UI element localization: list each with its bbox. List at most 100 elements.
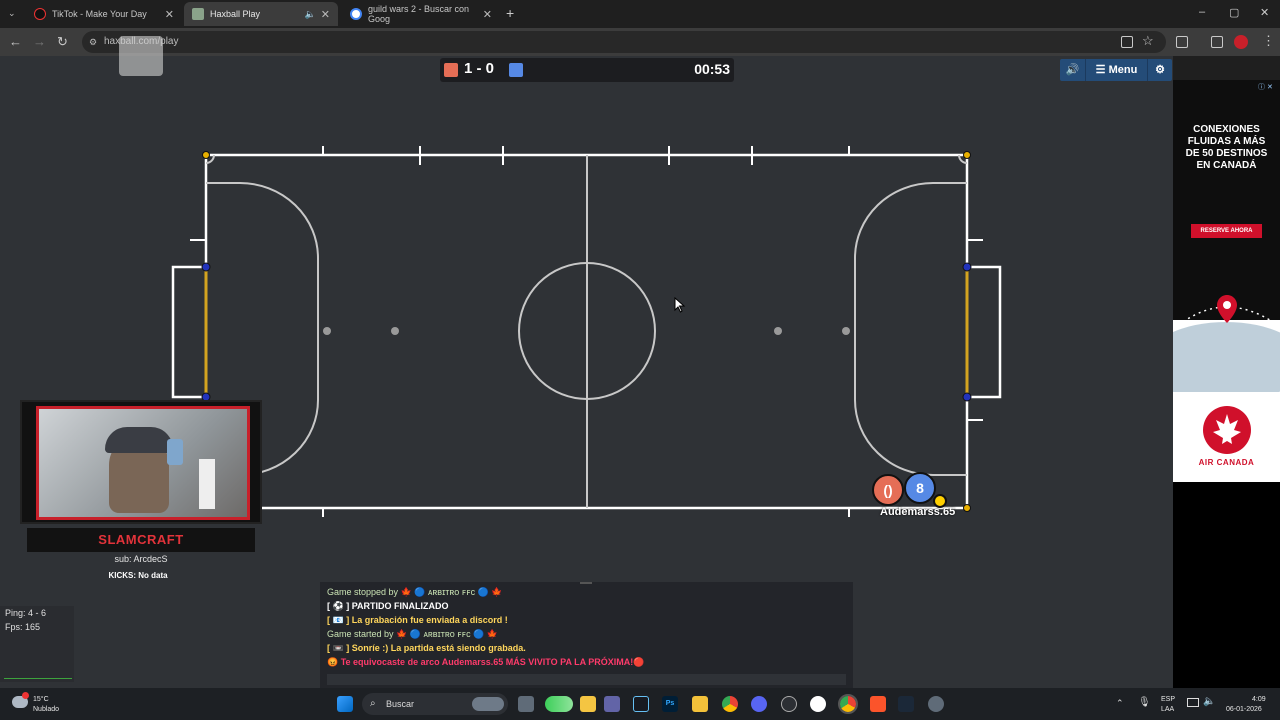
search-icon: ⌕ <box>370 698 376 709</box>
blue-player: 8 <box>904 472 936 504</box>
background-object <box>199 459 215 509</box>
settings-app-icon[interactable] <box>928 696 944 712</box>
haxball-icon <box>192 8 204 20</box>
back-icon[interactable]: ← <box>9 34 22 50</box>
sound-icon[interactable]: 🔊 <box>1060 59 1086 81</box>
microphone-icon[interactable]: 🎙 <box>1138 697 1151 708</box>
reload-icon[interactable]: ↻ <box>57 34 68 50</box>
minimize-button[interactable]: – <box>1199 6 1205 18</box>
bottle <box>167 439 183 465</box>
tab-label: Haxball Play <box>210 9 261 19</box>
ad-info-icon[interactable]: ⓘ ✕ <box>1258 82 1273 92</box>
widgets-icon[interactable] <box>545 696 573 712</box>
weather-badge <box>22 692 29 699</box>
tab-tiktok[interactable]: TikTok - Make Your Day ✕ <box>26 2 182 26</box>
scoreboard: 1 - 0 00:53 <box>440 58 734 82</box>
player-label: 8 <box>916 480 924 496</box>
close-icon[interactable]: ✕ <box>165 8 174 21</box>
close-window-button[interactable]: ✕ <box>1260 6 1269 19</box>
weather-desc[interactable]: Nublado <box>33 705 59 714</box>
streamer-name: SLAMCRAFT <box>27 528 255 552</box>
ad-hero: ⓘ ✕ CONEXIONES FLUIDAS A MÁS DE 50 DESTI… <box>1173 80 1280 392</box>
photoshop-icon[interactable]: Ps <box>662 696 678 712</box>
clock-app-icon[interactable] <box>781 696 797 712</box>
mouse-cursor-icon <box>674 297 686 313</box>
stats-panel: Ping: 4 - 6 Fps: 165 <box>0 606 74 682</box>
gear-icon[interactable]: ⚙ <box>1147 59 1172 81</box>
chrome-active-icon[interactable] <box>838 694 858 714</box>
brave-icon[interactable] <box>870 696 886 712</box>
game-menu-bar: 🔊 ☰ Menu ⚙ <box>1060 59 1172 81</box>
steam-client-icon[interactable] <box>898 696 914 712</box>
chat-input[interactable] <box>327 674 846 685</box>
discord-icon[interactable] <box>751 696 767 712</box>
blue-team-icon <box>509 63 523 77</box>
teams-icon[interactable] <box>604 696 620 712</box>
close-icon[interactable]: ✕ <box>483 8 492 21</box>
file-explorer-icon[interactable] <box>692 696 708 712</box>
webcam-overlay <box>20 400 262 524</box>
chat-message: [ 📧 ] La grabación fue enviada a discord… <box>327 615 508 625</box>
steam-icon[interactable] <box>633 696 649 712</box>
air-canada-logo-icon <box>1203 406 1251 454</box>
extensions-icon[interactable] <box>1176 36 1188 48</box>
ad-brand: AIR CANADA <box>1198 458 1255 467</box>
taskbar-search[interactable]: ⌕ Buscar <box>362 693 508 715</box>
close-icon[interactable]: ✕ <box>321 8 330 21</box>
explorer-app-icon[interactable] <box>580 696 596 712</box>
weather-temp[interactable]: 15°C <box>33 695 49 704</box>
chat-message: [ 📼 ] Sonríe :) La partida está siendo g… <box>327 643 526 653</box>
chevron-up-icon[interactable]: ⌃ <box>1116 698 1124 709</box>
chat-panel: Game stopped by 🍁 🔵 ᴀʀʙɪᴛʀᴏ ꜰꜰᴄ 🔵 🍁 [ ⚽ … <box>320 582 853 688</box>
streamer-subline: sub: ArcdecS <box>114 554 168 564</box>
lang-top[interactable]: ESP <box>1161 695 1175 704</box>
tab-label: TikTok - Make Your Day <box>52 9 147 19</box>
profile-avatar[interactable] <box>1234 35 1248 49</box>
player-name-label: Audemarss.65 <box>880 506 956 518</box>
forward-icon[interactable]: → <box>33 34 46 50</box>
chat-message: 😡 Te equivocaste de arco Audemarss.65 MÁ… <box>327 657 645 667</box>
tiktok-icon <box>34 8 46 20</box>
reading-list-icon[interactable] <box>1211 36 1223 48</box>
location-pin-icon <box>1217 295 1237 323</box>
ad-banner[interactable]: ⓘ ✕ CONEXIONES FLUIDAS A MÁS DE 50 DESTI… <box>1173 80 1280 482</box>
ad-cta-button[interactable]: RESERVE AHORA <box>1191 224 1262 238</box>
search-highlight-icon <box>472 697 504 711</box>
site-info-icon[interactable]: ⚙ <box>89 31 97 53</box>
translate-icon[interactable] <box>1121 36 1133 48</box>
more-menu-icon[interactable]: ⋮ <box>1262 33 1275 49</box>
chat-drag-handle[interactable] <box>580 582 592 584</box>
volume-icon[interactable]: 🔈 <box>1203 696 1215 707</box>
bookmark-star-icon[interactable]: ☆ <box>1142 33 1154 49</box>
score: 1 - 0 <box>464 60 495 77</box>
network-icon[interactable] <box>1187 698 1199 707</box>
pitch <box>171 146 1002 517</box>
menu-button[interactable]: ☰ Menu <box>1087 59 1146 81</box>
restore-button[interactable]: ▢ <box>1229 6 1239 19</box>
streamer-headset <box>105 427 173 453</box>
chrome-icon[interactable] <box>722 696 738 712</box>
media-player-icon[interactable] <box>810 696 826 712</box>
match-timer: 00:53 <box>694 61 730 77</box>
speaker-icon[interactable]: 🔈 <box>305 9 316 20</box>
windows-start-icon[interactable] <box>337 696 353 712</box>
webcam-frame <box>36 406 250 520</box>
address-bar[interactable]: ⚙ haxball.com/play <box>82 31 1166 53</box>
clock-time[interactable]: 4:09 <box>1252 695 1266 704</box>
fps-text: Fps: 165 <box>5 622 41 632</box>
browser-toolbar: ← → ↻ ⚙ haxball.com/play ☆ ⋮ <box>0 28 1280 56</box>
red-player: () <box>872 474 904 506</box>
ad-blank-area <box>1173 482 1280 688</box>
lang-bottom[interactable]: LAA <box>1161 705 1174 714</box>
tab-haxball[interactable]: Haxball Play 🔈 ✕ <box>184 2 338 26</box>
ad-title: CONEXIONES FLUIDAS A MÁS DE 50 DESTINOS … <box>1185 124 1268 171</box>
new-tab-button[interactable]: + <box>506 5 514 21</box>
clock-date[interactable]: 06-01-2026 <box>1226 705 1262 714</box>
taskbar: 15°C Nublado ⌕ Buscar Ps ⌃ 🎙 ESP LAA 🔈 4… <box>0 688 1280 720</box>
ping-text: Ping: 4 - 6 <box>5 608 47 618</box>
chat-message: Game stopped by 🍁 🔵 ᴀʀʙɪᴛʀᴏ ꜰꜰᴄ 🔵 🍁 <box>327 587 503 597</box>
tab-search-icon[interactable]: ⌄ <box>8 8 16 19</box>
tab-google[interactable]: guild wars 2 - Buscar con Goog ✕ <box>342 2 500 26</box>
ping-graph-line <box>4 678 72 679</box>
task-view-icon[interactable] <box>518 696 534 712</box>
